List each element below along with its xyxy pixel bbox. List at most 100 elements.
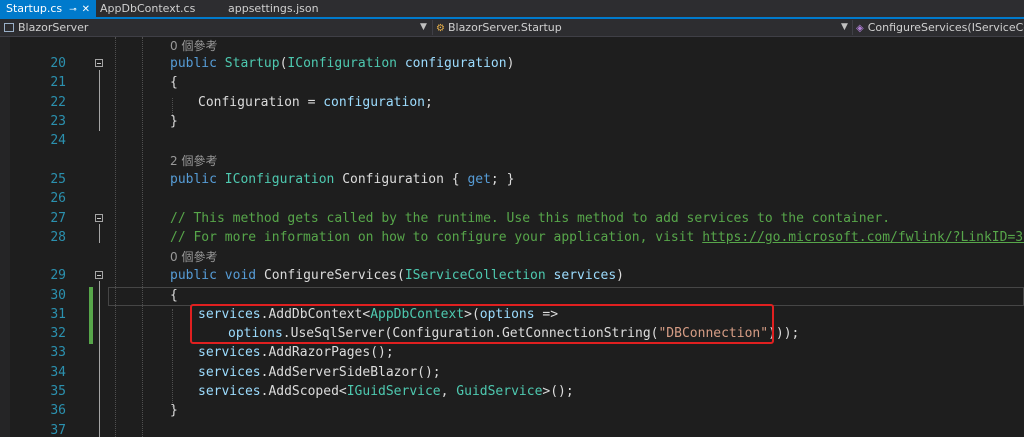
punct: ,	[440, 384, 457, 399]
operator: =	[299, 95, 324, 110]
method-call: .AddServerSideBlazor();	[260, 365, 441, 380]
punct: (	[397, 268, 405, 283]
comment: // This method gets called by the runtim…	[170, 211, 891, 226]
type-dropdown-label: BlazorServer.Startup	[447, 21, 562, 34]
chevron-down-icon[interactable]: ▼	[420, 20, 427, 35]
code-line: 28 // For more information on how to con…	[0, 228, 1024, 247]
code-line: 20 public Startup(IConfiguration configu…	[0, 54, 1024, 73]
code-line: 37	[0, 421, 1024, 437]
line-number: 34	[50, 365, 66, 380]
code-lens-references[interactable]: 2 個參考	[170, 153, 217, 169]
line-number: 24	[50, 133, 66, 148]
code-lens-references[interactable]: 0 個參考	[170, 249, 217, 265]
type-name: IConfiguration	[287, 56, 397, 71]
navbar-divider	[432, 20, 433, 35]
code-line: 36 }	[0, 401, 1024, 420]
punct: )	[616, 268, 624, 283]
parameter: services	[198, 365, 261, 380]
code-line: 27 // This method gets called by the run…	[0, 209, 1024, 228]
code-line: 21 {	[0, 73, 1024, 92]
close-icon[interactable]: ✕	[82, 4, 90, 15]
line-number: 28	[50, 230, 66, 245]
collapse-toggle-icon[interactable]	[95, 214, 103, 222]
keyword: public	[170, 56, 217, 71]
brace: }	[170, 403, 178, 418]
brace: }	[170, 114, 178, 129]
tab-label: AppDbContext.cs	[100, 2, 196, 15]
parameter: services	[198, 384, 261, 399]
method-name: ConfigureServices	[263, 268, 397, 283]
keyword: public	[170, 268, 217, 283]
method-call: .AddRazorPages();	[260, 345, 394, 360]
pin-icon[interactable]: ⊸	[69, 5, 77, 15]
document-tab-bar: Startup.cs ⊸ ✕ AppDbContext.cs appsettings…	[0, 0, 1024, 19]
line-number: 20	[50, 56, 66, 71]
class-icon: ⚙	[436, 23, 445, 34]
code-line: 23 }	[0, 112, 1024, 131]
tab-label: Startup.cs	[6, 2, 63, 15]
line-number: 29	[50, 268, 66, 283]
brace: {	[170, 288, 178, 303]
code-editor[interactable]: 0 個參考 2 個參考 0 個參考 20 public Startup(ICon…	[0, 37, 1024, 437]
type-name: IConfiguration	[224, 172, 335, 187]
project-dropdown[interactable]: BlazorServer	[4, 20, 424, 35]
line-number: 31	[50, 307, 66, 322]
project-dropdown-label: BlazorServer	[18, 21, 89, 34]
keyword: public	[170, 172, 217, 187]
tab-startup-cs[interactable]: Startup.cs ⊸ ✕	[0, 0, 97, 17]
csharp-project-icon	[4, 23, 14, 32]
code-line: 35 services.AddScoped<IGuidService, Guid…	[0, 382, 1024, 401]
method-call: .AddScoped<	[260, 384, 347, 399]
chevron-down-icon[interactable]: ▼	[841, 20, 848, 35]
highlight-annotation-box	[190, 304, 774, 344]
punct: ; }	[490, 172, 515, 187]
parameter: services	[198, 345, 261, 360]
code-line: 24	[0, 131, 1024, 150]
punct: ;	[424, 95, 433, 110]
keyword: void	[224, 268, 257, 283]
comment-link[interactable]: https://go.microsoft.com/fwlink/?LinkID=…	[702, 230, 1024, 245]
parameter: configuration	[323, 95, 425, 110]
type-name: Startup	[224, 56, 280, 71]
line-number: 21	[50, 75, 66, 90]
property: Configuration	[342, 172, 444, 187]
punct: >();	[542, 384, 574, 399]
code-line: 33 services.AddRazorPages();	[0, 343, 1024, 362]
navbar-divider	[852, 20, 853, 35]
line-number: 32	[50, 326, 66, 341]
collapse-toggle-icon[interactable]	[95, 59, 103, 67]
type-name: IGuidService	[346, 384, 441, 399]
line-number: 23	[50, 114, 66, 129]
parameter: configuration	[404, 56, 507, 71]
punct: )	[506, 56, 515, 71]
line-number: 33	[50, 345, 66, 360]
line-number: 27	[50, 211, 66, 226]
code-lens-references[interactable]: 0 個參考	[170, 38, 217, 54]
type-dropdown[interactable]: ⚙ BlazorServer.Startup	[436, 20, 836, 35]
tab-appsettings-json[interactable]: appsettings.json	[228, 0, 319, 17]
line-number: 35	[50, 384, 66, 399]
method-icon: ◈	[856, 23, 864, 34]
navigation-bar: BlazorServer ▼ ⚙ BlazorServer.Startup ▼ ◈…	[0, 19, 1024, 37]
tab-appdbcontext-cs[interactable]: AppDbContext.cs	[100, 0, 195, 17]
code-line: 29 public void ConfigureServices(IServic…	[0, 266, 1024, 285]
brace: {	[170, 75, 178, 90]
member-dropdown[interactable]: ◈ConfigureServices(IServiceCollection	[856, 20, 1024, 35]
line-number: 26	[50, 191, 66, 206]
type-name: GuidService	[456, 384, 543, 399]
member-dropdown-label: ConfigureServices(IServiceCollection	[867, 21, 1024, 34]
comment: // For more information on how to config…	[170, 230, 703, 245]
collapse-toggle-icon[interactable]	[95, 271, 103, 279]
type-name: IServiceCollection	[404, 268, 546, 283]
punct: {	[451, 172, 460, 187]
code-line: 26	[0, 189, 1024, 208]
code-line: 25 public IConfiguration Configuration {…	[0, 170, 1024, 189]
tab-label: appsettings.json	[228, 2, 319, 15]
parameter: services	[553, 268, 617, 283]
line-number: 37	[50, 423, 66, 437]
property: Configuration	[198, 95, 300, 110]
code-line: 22 Configuration = configuration;	[0, 93, 1024, 112]
line-number: 36	[50, 403, 66, 418]
keyword: get	[467, 172, 491, 187]
code-line: 34 services.AddServerSideBlazor();	[0, 363, 1024, 382]
